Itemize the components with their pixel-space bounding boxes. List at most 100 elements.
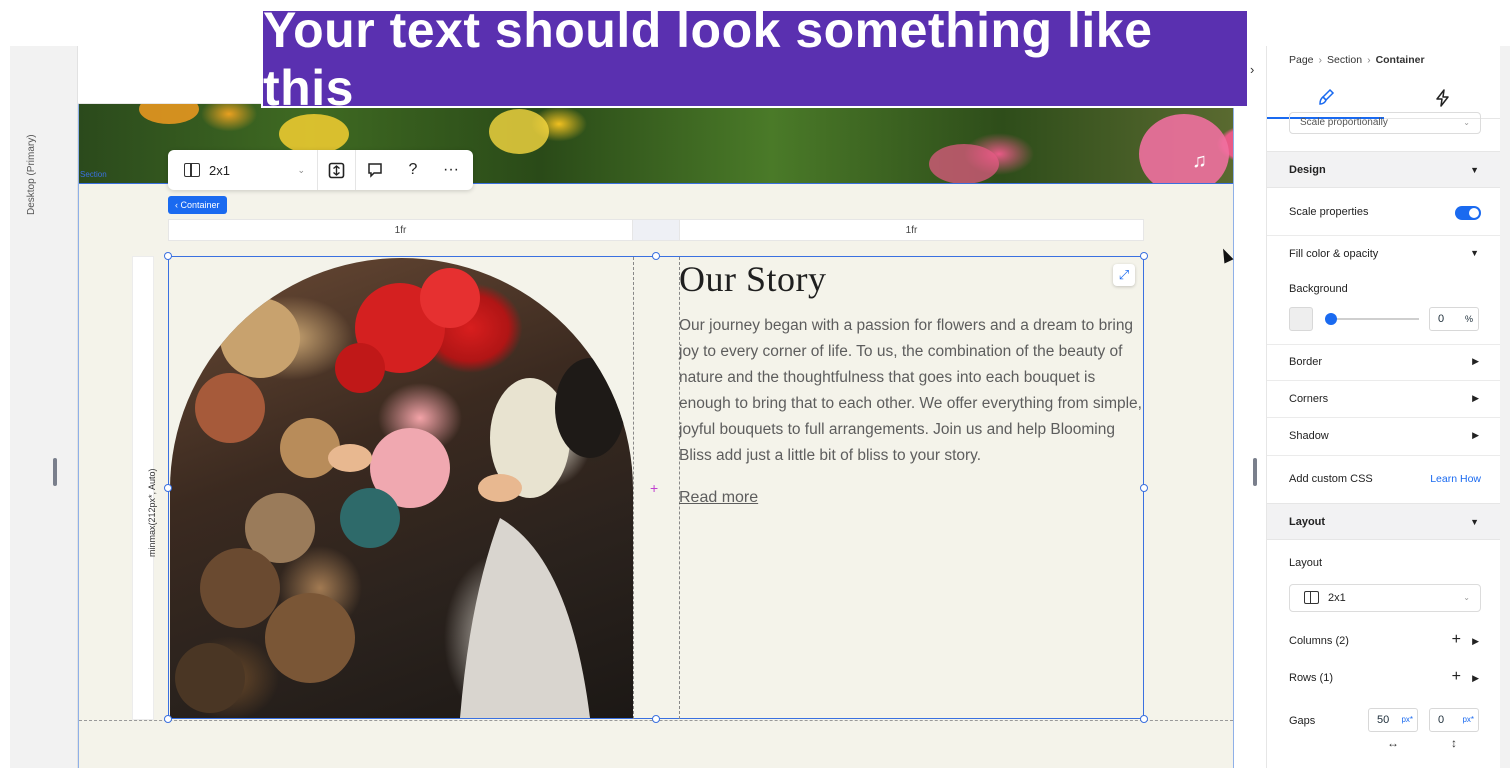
row-size-label: minmax(212px*, Auto) bbox=[147, 468, 157, 557]
layout-section-header[interactable]: Layout ▼ bbox=[1267, 503, 1500, 540]
custom-css-row: Add custom CSS Learn How bbox=[1267, 473, 1500, 485]
column-gap-marker[interactable] bbox=[633, 219, 679, 241]
comment-button[interactable] bbox=[356, 150, 394, 190]
brush-icon bbox=[1318, 88, 1334, 105]
shadow-row[interactable]: Shadow ▶ bbox=[1267, 430, 1500, 442]
border-label: Border bbox=[1289, 356, 1323, 368]
layout-dropdown[interactable]: 2x1 ⌄ bbox=[1289, 584, 1481, 612]
divider bbox=[1267, 455, 1500, 456]
column-gap-unit: px* bbox=[1401, 715, 1413, 724]
music-note-icon[interactable]: ♫ bbox=[1192, 150, 1207, 173]
corners-row[interactable]: Corners ▶ bbox=[1267, 393, 1500, 405]
breadcrumb-separator: › bbox=[1367, 54, 1371, 66]
caret-right-icon: ▶ bbox=[1472, 393, 1479, 403]
fill-color-label: Fill color & opacity bbox=[1289, 248, 1379, 260]
caret-right-icon[interactable]: ▶ bbox=[1472, 673, 1479, 684]
resize-handle[interactable] bbox=[164, 715, 172, 723]
scale-properties-toggle[interactable] bbox=[1455, 206, 1481, 220]
rows-row[interactable]: Rows (1) + ▶ bbox=[1267, 668, 1500, 685]
read-more-link[interactable]: Read more bbox=[679, 489, 758, 507]
resize-handle[interactable] bbox=[652, 715, 660, 723]
divider bbox=[1267, 344, 1500, 345]
layout-dropdown-value: 2x1 bbox=[1328, 592, 1346, 604]
scale-properties-row: Scale properties bbox=[1267, 206, 1500, 220]
resize-handle[interactable] bbox=[1140, 252, 1148, 260]
column-1-size[interactable]: 1fr bbox=[168, 219, 633, 241]
divider bbox=[1267, 380, 1500, 381]
breadcrumb-page[interactable]: Page bbox=[1289, 54, 1314, 66]
layout-select-value: 2x1 bbox=[209, 162, 230, 178]
more-actions-button[interactable]: ··· bbox=[432, 150, 470, 190]
section-tag[interactable]: Section bbox=[80, 170, 107, 179]
caret-right-icon: ▶ bbox=[1472, 356, 1479, 366]
layout-label: Layout bbox=[1289, 557, 1323, 569]
chevron-down-icon: ⌄ bbox=[1463, 593, 1470, 602]
horizontal-gap-icon: ↔ bbox=[1387, 736, 1399, 750]
help-button[interactable]: ? bbox=[394, 150, 432, 190]
row-gap-value: 0 bbox=[1438, 714, 1445, 726]
divider bbox=[1267, 417, 1500, 418]
adjust-grid-button[interactable] bbox=[318, 150, 356, 190]
resize-handle[interactable] bbox=[164, 484, 172, 492]
row-gap-input[interactable]: 0 px* bbox=[1429, 708, 1479, 732]
breadcrumb: Page › Section › Container bbox=[1289, 54, 1425, 66]
left-rail bbox=[10, 46, 78, 768]
column-gap-value: 50 bbox=[1377, 714, 1390, 726]
design-heading: Design bbox=[1289, 164, 1326, 176]
column-gap-input[interactable]: 50 px* bbox=[1368, 708, 1418, 732]
left-resize-handle[interactable] bbox=[53, 458, 57, 486]
breadcrumb-section[interactable]: Section bbox=[1327, 54, 1362, 66]
background-label: Background bbox=[1289, 283, 1348, 295]
story-body[interactable]: Our journey began with a passion for flo… bbox=[679, 313, 1144, 469]
container-breadcrumb-chip[interactable]: ‹ Container bbox=[168, 196, 227, 214]
learn-how-link[interactable]: Learn How bbox=[1430, 473, 1481, 485]
layout-heading: Layout bbox=[1289, 516, 1326, 528]
opacity-slider-track[interactable] bbox=[1327, 318, 1419, 320]
caret-down-icon: ▼ bbox=[1470, 248, 1479, 258]
columns-row[interactable]: Columns (2) + ▶ bbox=[1267, 631, 1500, 648]
background-color-swatch[interactable] bbox=[1289, 307, 1313, 331]
add-column-icon[interactable]: + bbox=[1452, 631, 1461, 649]
breadcrumb-current: Container bbox=[1375, 54, 1425, 66]
scale-dropdown[interactable]: Scale proportionally ⌄ bbox=[1289, 112, 1481, 134]
lightning-icon bbox=[1435, 88, 1449, 107]
container-chip-label: Container bbox=[180, 200, 220, 210]
resize-handle[interactable] bbox=[164, 252, 172, 260]
right-rail bbox=[1500, 46, 1510, 768]
opacity-input[interactable]: 0 % bbox=[1429, 307, 1479, 331]
column-2-size[interactable]: 1fr bbox=[679, 219, 1144, 241]
story-title[interactable]: Our Story bbox=[679, 258, 827, 300]
caret-right-icon: ▶ bbox=[1472, 430, 1479, 440]
row-ruler[interactable]: minmax(212px*, Auto) bbox=[132, 256, 157, 720]
chevron-right-icon[interactable]: › bbox=[1250, 62, 1254, 77]
container-toolbar: 2x1 ⌄ ? ··· bbox=[168, 150, 473, 190]
add-cell-icon[interactable]: + bbox=[650, 480, 658, 496]
opacity-value: 0 bbox=[1438, 313, 1445, 325]
grid-layout-icon bbox=[1304, 591, 1319, 604]
resize-handle[interactable] bbox=[1140, 715, 1148, 723]
add-row-icon[interactable]: + bbox=[1452, 668, 1461, 686]
comment-icon bbox=[368, 163, 382, 178]
corners-label: Corners bbox=[1289, 393, 1329, 405]
opacity-slider-knob[interactable] bbox=[1325, 313, 1337, 325]
grid-layout-icon bbox=[184, 163, 200, 177]
layout-select[interactable]: 2x1 ⌄ bbox=[168, 150, 318, 190]
resize-handle[interactable] bbox=[652, 252, 660, 260]
fill-color-row[interactable]: Fill color & opacity ▼ bbox=[1267, 248, 1500, 260]
breadcrumb-separator: › bbox=[1318, 54, 1323, 66]
stretch-icon[interactable]: ⤢ bbox=[1113, 264, 1135, 286]
chevron-down-icon: ⌄ bbox=[1463, 118, 1470, 127]
divider bbox=[1267, 235, 1500, 236]
resize-handle[interactable] bbox=[1140, 484, 1148, 492]
rows-label: Rows (1) bbox=[1289, 672, 1334, 684]
column-guide bbox=[633, 257, 634, 719]
scale-properties-label: Scale properties bbox=[1289, 206, 1369, 218]
right-resize-handle[interactable] bbox=[1253, 458, 1257, 486]
opacity-unit: % bbox=[1464, 314, 1473, 324]
caret-right-icon[interactable]: ▶ bbox=[1472, 636, 1479, 647]
scale-dropdown-value: Scale proportionally bbox=[1300, 117, 1388, 128]
design-section-header[interactable]: Design ▼ bbox=[1267, 151, 1500, 188]
caret-down-icon: ▼ bbox=[1470, 517, 1479, 527]
columns-label: Columns (2) bbox=[1289, 635, 1349, 647]
border-row[interactable]: Border ▶ bbox=[1267, 356, 1500, 368]
